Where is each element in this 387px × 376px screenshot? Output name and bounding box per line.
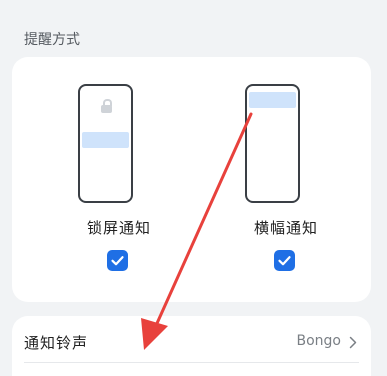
notification-ringtone-row[interactable]: 通知铃声 Bongo bbox=[12, 316, 371, 376]
banner-checkbox[interactable] bbox=[274, 250, 295, 271]
banner-label: 横幅通知 bbox=[253, 219, 318, 237]
chevron-right-icon bbox=[349, 336, 357, 349]
notification-preview-bar bbox=[82, 132, 129, 148]
phone-preview-banner bbox=[245, 84, 300, 203]
ringtone-label: 通知铃声 bbox=[24, 334, 89, 352]
section-title: 提醒方式 bbox=[24, 32, 80, 48]
lock-screen-label: 锁屏通知 bbox=[86, 219, 151, 237]
row-divider bbox=[24, 362, 359, 363]
reminder-style-card: 锁屏通知 横幅通知 bbox=[12, 57, 371, 302]
lock-screen-checkbox[interactable] bbox=[107, 250, 128, 271]
ringtone-value: Bongo bbox=[296, 333, 342, 349]
banner-preview-bar bbox=[249, 92, 296, 108]
lock-screen-option[interactable]: 锁屏通知 bbox=[59, 57, 179, 302]
check-icon bbox=[278, 256, 291, 266]
phone-preview-lock-screen bbox=[78, 84, 133, 203]
lock-icon bbox=[101, 99, 112, 113]
banner-option[interactable]: 横幅通知 bbox=[226, 57, 346, 302]
check-icon bbox=[111, 256, 124, 266]
